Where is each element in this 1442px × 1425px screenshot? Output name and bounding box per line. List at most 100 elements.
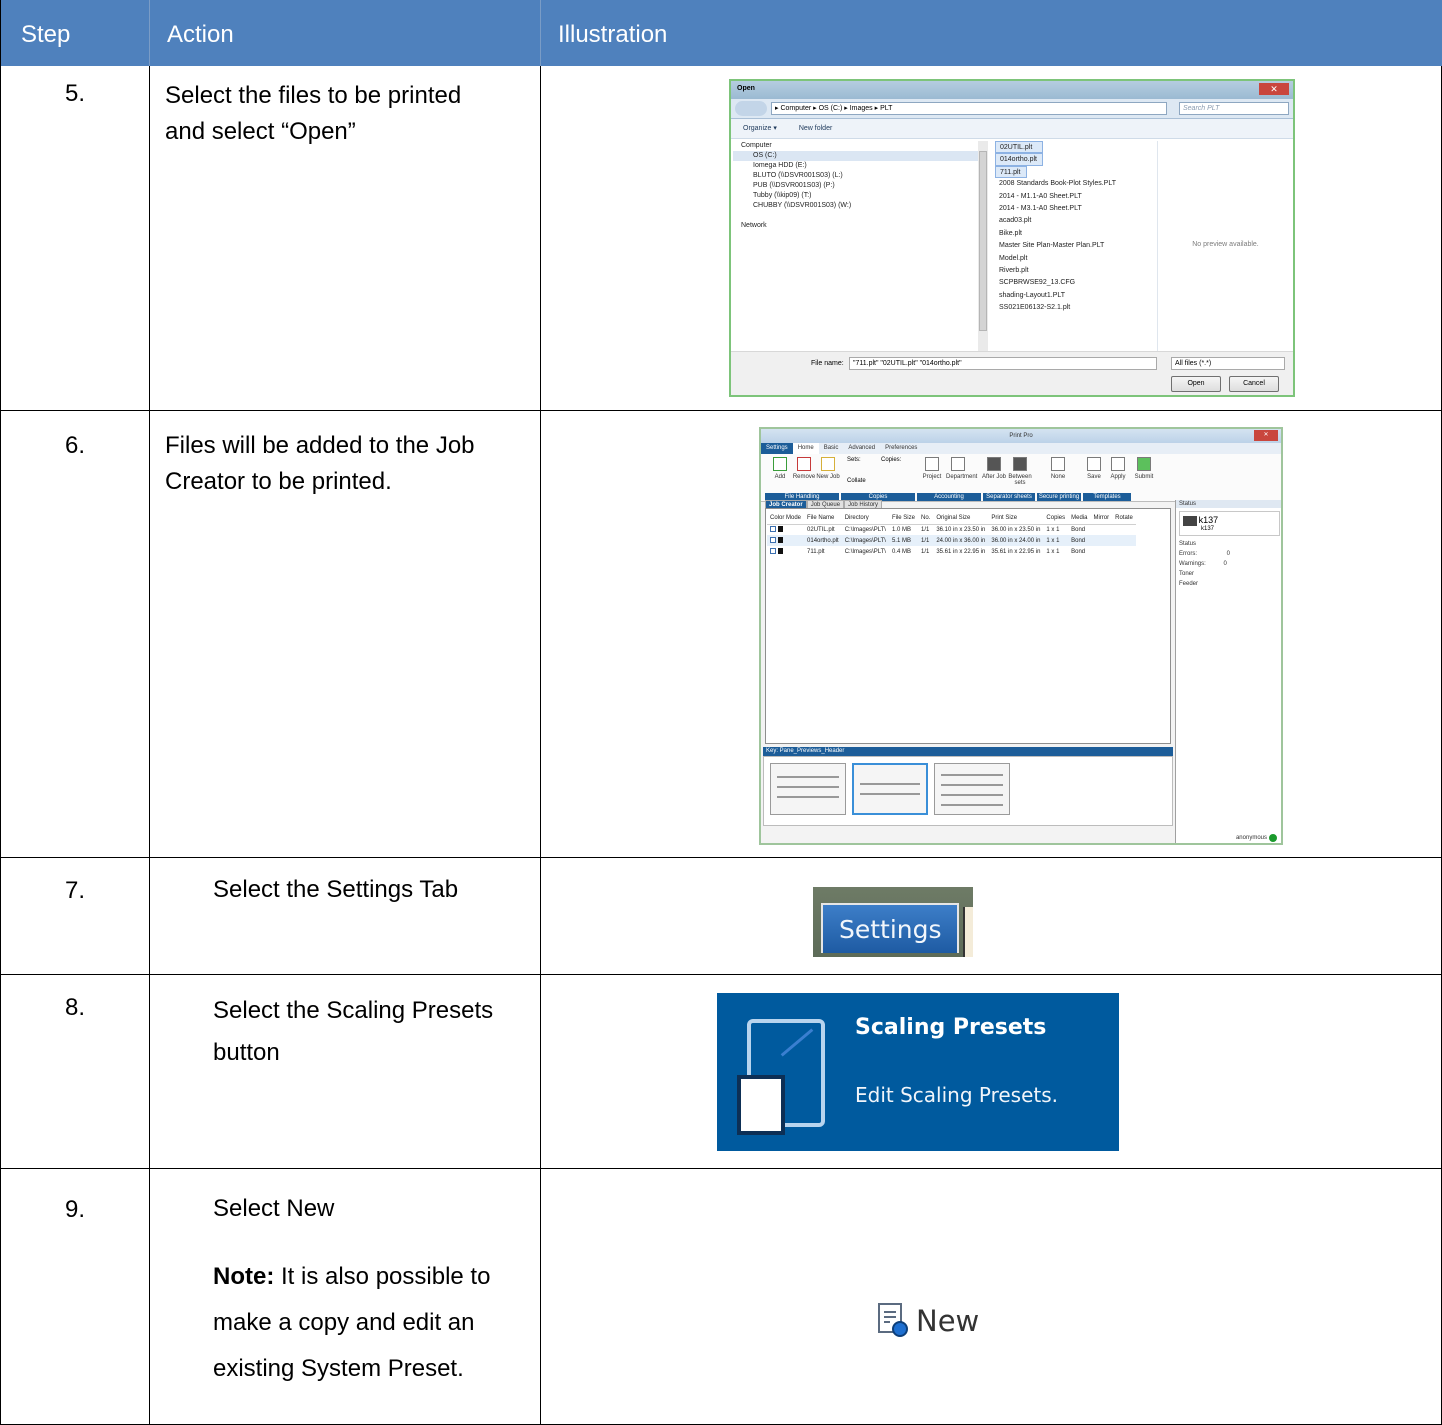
search-input[interactable]: Search PLT bbox=[1179, 102, 1289, 115]
ribbon-group-label: Templates bbox=[1083, 493, 1131, 501]
ribbon-button-label: Add bbox=[774, 474, 786, 480]
table-row[interactable]: 014ortho.plt C:\Images\PLT\ 5.1 MB 1/1 2… bbox=[767, 535, 1136, 546]
tab-preferences[interactable]: Preferences bbox=[880, 443, 922, 454]
table-row[interactable]: 711.plt C:\Images\PLT\ 0.4 MB 1/1 35.61 … bbox=[767, 546, 1136, 557]
note-label: Note: bbox=[213, 1263, 275, 1290]
close-icon[interactable]: ✕ bbox=[1259, 83, 1289, 95]
file-name-input[interactable]: "711.plt" "02UTIL.plt" "014ortho.plt" bbox=[849, 357, 1157, 370]
between-sets-icon[interactable] bbox=[1013, 457, 1027, 471]
column-divider bbox=[149, 66, 150, 1425]
back-forward-icon[interactable] bbox=[735, 101, 767, 116]
warnings-row: Warnings: 0 bbox=[1176, 559, 1281, 569]
step-number: 8. bbox=[64, 994, 85, 1021]
file-item[interactable]: 711.plt bbox=[995, 165, 1027, 179]
file-item[interactable]: acad03.plt bbox=[995, 215, 1165, 227]
row-checkbox[interactable] bbox=[770, 525, 776, 532]
new-folder-button[interactable]: New folder bbox=[799, 125, 832, 132]
nav-item[interactable]: CHUBBY (\\DSVR001S03) (W:) bbox=[733, 201, 979, 211]
file-item[interactable]: Riverb.plt bbox=[995, 265, 1165, 277]
file-type-select[interactable]: All files (*.*) bbox=[1171, 357, 1285, 370]
row-checkbox[interactable] bbox=[770, 536, 776, 543]
column-header[interactable]: Print Size bbox=[988, 513, 1044, 525]
note-line: It is also possible to bbox=[274, 1263, 491, 1290]
new-button-label: New bbox=[916, 1304, 980, 1338]
tab-basic[interactable]: Basic bbox=[819, 443, 844, 454]
lock-icon[interactable] bbox=[1051, 457, 1065, 471]
row-checkbox[interactable] bbox=[770, 547, 776, 554]
preview-thumbnail[interactable] bbox=[770, 763, 846, 815]
table-row[interactable]: 02UTIL.plt C:\Images\PLT\ 1.0 MB 1/1 36.… bbox=[767, 524, 1136, 535]
job-tabs: Job Creator Job Queue Job History bbox=[765, 500, 883, 510]
file-item[interactable]: 02UTIL.plt bbox=[995, 141, 1043, 154]
file-item[interactable]: Master Site Plan-Master Plan.PLT bbox=[995, 240, 1165, 252]
nav-item[interactable]: OS (C:) bbox=[733, 151, 979, 161]
column-header[interactable]: Copies bbox=[1043, 513, 1069, 525]
column-header[interactable]: File Size bbox=[888, 513, 918, 525]
toner-section[interactable]: Toner bbox=[1176, 569, 1281, 579]
scaling-presets-button[interactable]: Scaling Presets Edit Scaling Presets. bbox=[717, 993, 1119, 1151]
column-header[interactable]: No. bbox=[917, 513, 934, 525]
ribbon-button-label: Remove bbox=[792, 474, 816, 480]
add-icon[interactable] bbox=[773, 457, 787, 471]
step-number: 9. bbox=[64, 1196, 85, 1223]
action-line: button bbox=[213, 1039, 280, 1066]
printer-selector[interactable]: k137 k137 bbox=[1179, 511, 1280, 537]
nav-item[interactable]: Network bbox=[733, 221, 979, 231]
file-item[interactable]: shading-Layout1.PLT bbox=[995, 290, 1165, 302]
ribbon-button-label: New Job bbox=[816, 474, 840, 480]
tab-settings[interactable]: Settings bbox=[761, 443, 793, 454]
preview-thumbnail[interactable] bbox=[852, 763, 928, 815]
apply-template-icon[interactable] bbox=[1111, 457, 1125, 471]
tab-home[interactable]: Home bbox=[792, 443, 819, 454]
tab-advanced[interactable]: Advanced bbox=[843, 443, 880, 454]
note-text: Note: It is also possible to make a copy… bbox=[213, 1254, 490, 1392]
organize-button[interactable]: Organize ▾ bbox=[743, 125, 777, 132]
address-bar: ▸ Computer ▸ OS (C:) ▸ Images ▸ PLT Sear… bbox=[731, 99, 1293, 119]
file-item[interactable]: Bike.plt bbox=[995, 228, 1165, 240]
file-item[interactable]: SCPBRWSE92_13.CFG bbox=[995, 277, 1165, 289]
cancel-button[interactable]: Cancel bbox=[1229, 376, 1279, 392]
feeder-section[interactable]: Feeder bbox=[1176, 579, 1281, 589]
scrollbar[interactable] bbox=[978, 141, 988, 353]
row-divider bbox=[1, 1168, 1442, 1169]
file-item[interactable]: Model.plt bbox=[995, 253, 1165, 265]
status-section[interactable]: Status bbox=[1176, 539, 1281, 549]
column-header[interactable]: Media bbox=[1068, 513, 1091, 525]
path-field[interactable]: ▸ Computer ▸ OS (C:) ▸ Images ▸ PLT bbox=[771, 102, 1167, 115]
column-header[interactable]: Mirror bbox=[1090, 513, 1113, 525]
save-template-icon[interactable] bbox=[1087, 457, 1101, 471]
new-job-icon[interactable] bbox=[821, 457, 835, 471]
column-header[interactable]: Rotate bbox=[1112, 513, 1136, 525]
after-job-icon[interactable] bbox=[987, 457, 1001, 471]
nav-item[interactable]: Tubby (\\kip09) (T:) bbox=[733, 191, 979, 201]
file-item[interactable]: SS021E06132-S2.1.plt bbox=[995, 302, 1165, 314]
file-item[interactable]: 2014 - M1.1-A0 Sheet.PLT bbox=[995, 191, 1165, 203]
remove-icon[interactable] bbox=[797, 457, 811, 471]
project-icon[interactable] bbox=[925, 457, 939, 471]
ribbon-tabs: Settings Home Basic Advanced Preferences bbox=[761, 443, 1281, 454]
submit-icon[interactable] bbox=[1137, 457, 1151, 471]
column-header[interactable]: Original Size bbox=[933, 513, 989, 525]
preview-pane: No preview available. bbox=[1157, 141, 1293, 353]
collate-checkbox[interactable]: Collate bbox=[847, 478, 866, 484]
settings-tab[interactable]: Settings bbox=[821, 903, 959, 953]
dialog-titlebar: Open ✕ bbox=[731, 81, 1293, 99]
table-cell: 1 x 1 bbox=[1046, 548, 1060, 555]
department-icon[interactable] bbox=[951, 457, 965, 471]
file-item[interactable]: 014ortho.plt bbox=[995, 153, 1043, 166]
file-item[interactable]: 2014 - M3.1-A0 Sheet.PLT bbox=[995, 203, 1165, 215]
open-button[interactable]: Open bbox=[1171, 376, 1221, 392]
action-text: Select the Settings Tab bbox=[213, 876, 459, 903]
window-title: Print Pro bbox=[1009, 433, 1033, 439]
column-header[interactable]: Color Mode bbox=[767, 513, 805, 525]
nav-item[interactable]: Iomega HDD (E:) bbox=[733, 161, 979, 171]
nav-item[interactable]: PUB (\\DSVR001S03) (P:) bbox=[733, 181, 979, 191]
file-item[interactable]: 2008 Standards Book-Plot Styles.PLT bbox=[995, 178, 1165, 190]
nav-item[interactable]: Computer bbox=[733, 141, 979, 151]
column-header[interactable]: Directory bbox=[841, 513, 889, 525]
close-icon[interactable]: ✕ bbox=[1254, 430, 1278, 441]
nav-item[interactable]: BLUTO (\\DSVR001S03) (L:) bbox=[733, 171, 979, 181]
preview-thumbnail[interactable] bbox=[934, 763, 1010, 815]
column-header[interactable]: File Name bbox=[804, 513, 842, 525]
copies-label: Copies: bbox=[881, 457, 902, 463]
